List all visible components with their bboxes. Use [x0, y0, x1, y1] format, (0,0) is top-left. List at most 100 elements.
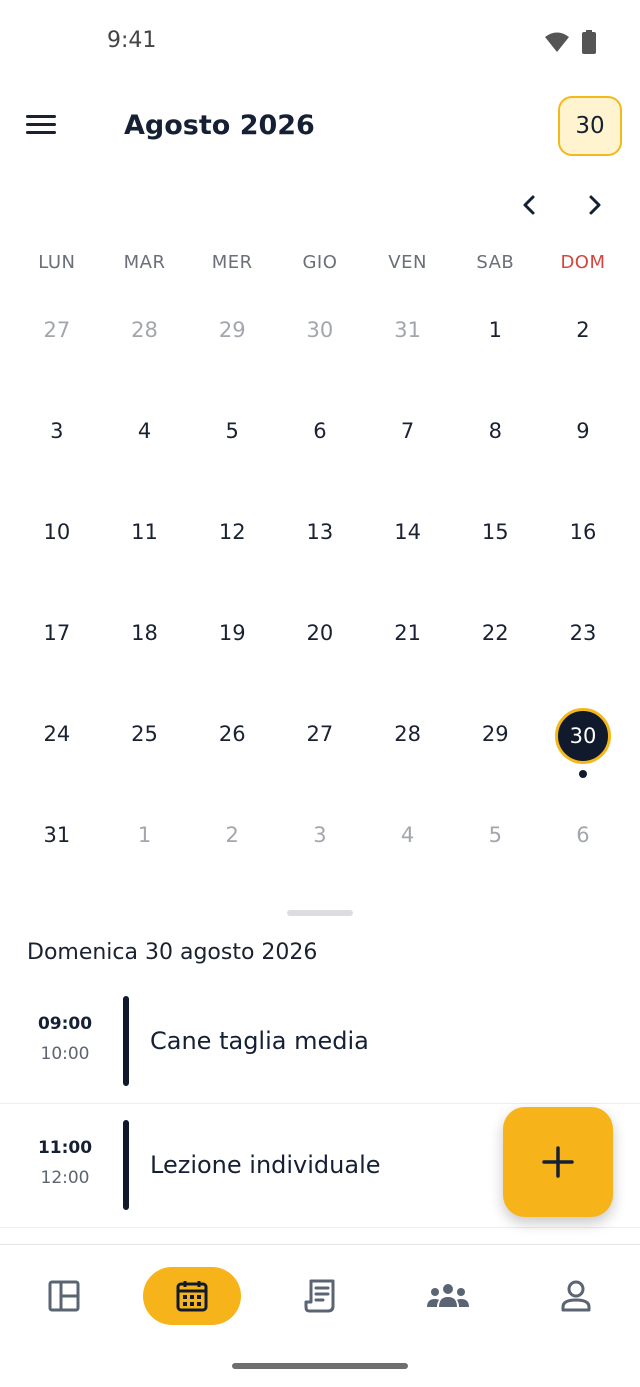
calendar-day[interactable]: 30 [276, 280, 364, 381]
calendar-day[interactable]: 28 [101, 280, 189, 381]
day-number: 3 [313, 823, 327, 847]
calendar-day[interactable]: 18 [101, 583, 189, 684]
calendar-day[interactable]: 14 [364, 482, 452, 583]
status-icons [544, 30, 596, 54]
day-number: 22 [481, 621, 509, 645]
wifi-icon [545, 32, 569, 52]
weekday-label: MAR [123, 252, 166, 273]
nav-receipts[interactable] [271, 1267, 369, 1325]
month-title: Agosto 2026 [124, 110, 315, 141]
calendar-day[interactable]: 31 [364, 280, 452, 381]
calendar-day[interactable]: 3 [13, 381, 101, 482]
day-number: 28 [394, 722, 421, 746]
calendar-day[interactable]: 25 [101, 684, 189, 785]
event-times: 11:00 12:00 [30, 1138, 100, 1188]
calendar-day[interactable]: 8 [451, 381, 539, 482]
dashboard-icon [48, 1280, 80, 1312]
calendar-day[interactable]: 26 [188, 684, 276, 785]
status-time: 9:41 [107, 28, 157, 53]
day-number: 5 [225, 419, 239, 443]
calendar-day[interactable]: 2 [188, 785, 276, 886]
day-number: 13 [306, 520, 334, 544]
day-number: 8 [488, 419, 502, 443]
calendar-day[interactable]: 27 [13, 280, 101, 381]
day-number: 17 [43, 621, 71, 645]
calendar-grid: 27 28 29 30 31 1 2 3 4 5 6 7 8 9 10 11 12 13 14 15 16 17 18 19 2… [13, 280, 627, 886]
calendar-day[interactable]: 1 [451, 280, 539, 381]
calendar-week-row: 3 4 5 6 7 8 9 [13, 381, 627, 482]
calendar-day[interactable]: 31 [13, 785, 101, 886]
calendar-day[interactable]: 10 [13, 482, 101, 583]
event-start-time: 09:00 [37, 1014, 93, 1034]
calendar-day[interactable]: 13 [276, 482, 364, 583]
next-month-button[interactable] [580, 190, 610, 220]
menu-icon [26, 115, 56, 118]
header: Agosto 2026 30 [0, 90, 640, 166]
calendar-day[interactable]: 4 [101, 381, 189, 482]
plus-icon [542, 1146, 574, 1178]
today-button[interactable]: 30 [558, 96, 622, 156]
calendar-day[interactable]: 5 [451, 785, 539, 886]
calendar-day[interactable]: 4 [364, 785, 452, 886]
nav-profile[interactable] [527, 1267, 625, 1325]
day-number: 27 [43, 318, 71, 342]
nav-calendar[interactable] [143, 1267, 241, 1325]
calendar-day[interactable]: 16 [539, 482, 627, 583]
calendar-day[interactable]: 27 [276, 684, 364, 785]
receipt-icon [304, 1279, 335, 1313]
calendar-day[interactable]: 3 [276, 785, 364, 886]
calendar-day[interactable]: 22 [451, 583, 539, 684]
calendar-day[interactable]: 1 [101, 785, 189, 886]
previous-month-button[interactable] [514, 190, 544, 220]
add-event-button[interactable] [503, 1107, 613, 1217]
weekday-label: VEN [388, 252, 427, 273]
day-number: 19 [218, 621, 246, 645]
day-number: 4 [137, 419, 152, 443]
day-number: 9 [576, 419, 590, 443]
day-number: 5 [488, 823, 502, 847]
calendar-day[interactable]: 11 [101, 482, 189, 583]
status-bar: 9:41 [0, 0, 640, 80]
bottom-navigation [0, 1244, 640, 1344]
calendar-day[interactable]: 15 [451, 482, 539, 583]
day-number: 28 [131, 318, 158, 342]
calendar-day[interactable]: 2 [539, 280, 627, 381]
calendar-day[interactable]: 23 [539, 583, 627, 684]
event-color-bar [123, 1120, 129, 1210]
calendar-day[interactable]: 6 [276, 381, 364, 482]
calendar-day[interactable]: 21 [364, 583, 452, 684]
weekday-label: MER [211, 252, 253, 273]
event-title: Lezione individuale [150, 1151, 381, 1179]
calendar-day[interactable]: 5 [188, 381, 276, 482]
weekday-label: GIO [302, 252, 338, 273]
nav-groups[interactable] [399, 1267, 497, 1325]
weekday-header: LUN MAR MER GIO VEN SAB DOM [13, 252, 627, 273]
calendar-day[interactable]: 29 [451, 684, 539, 785]
weekday-label-sunday: DOM [560, 252, 606, 273]
calendar-day[interactable]: 17 [13, 583, 101, 684]
menu-button[interactable] [26, 110, 66, 146]
calendar-day[interactable]: 9 [539, 381, 627, 482]
day-number: 6 [576, 823, 590, 847]
drag-handle[interactable] [287, 910, 353, 916]
day-number: 18 [131, 621, 158, 645]
day-number: 29 [481, 722, 509, 746]
chevron-right-icon [589, 195, 601, 215]
calendar-day[interactable]: 28 [364, 684, 452, 785]
calendar-day[interactable]: 12 [188, 482, 276, 583]
day-number: 27 [306, 722, 334, 746]
event-title: Cane taglia media [150, 1027, 369, 1055]
day-number: 26 [218, 722, 246, 746]
calendar-day[interactable]: 6 [539, 785, 627, 886]
nav-dashboard[interactable] [15, 1267, 113, 1325]
calendar-day-selected[interactable]: 30 [539, 684, 627, 785]
calendar-day[interactable]: 20 [276, 583, 364, 684]
calendar-day[interactable]: 19 [188, 583, 276, 684]
home-indicator [232, 1363, 408, 1369]
event-item[interactable]: 09:00 10:00 Cane taglia media [0, 980, 640, 1104]
event-end-time: 12:00 [40, 1168, 90, 1188]
calendar-day[interactable]: 29 [188, 280, 276, 381]
calendar-day[interactable]: 7 [364, 381, 452, 482]
calendar-day[interactable]: 24 [13, 684, 101, 785]
month-navigation [0, 190, 640, 220]
